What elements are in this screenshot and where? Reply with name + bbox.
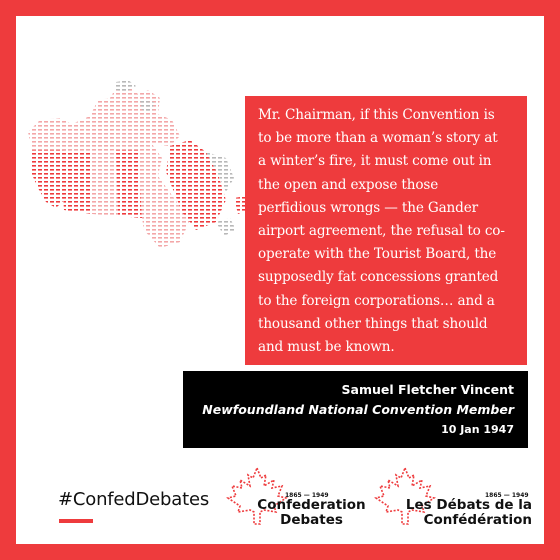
logo-title: Confederation Debates [254,498,369,528]
quote-text: Mr. Chairman, if this Convention is to b… [258,104,515,359]
quote-line: the open and expose those [258,176,439,193]
confederation-debates-logo: 1865 — 1949 Confederation Debates [222,466,372,532]
logo-title-line: Les Débats de la [405,497,532,513]
quote-line: operate with the Tourist Board, the [258,246,497,263]
quote-line: supposedly fat concessions granted [258,269,499,286]
quote-line: Mr. Chairman, if this Convention is [258,107,495,123]
speaker-name: Samuel Fletcher Vincent [341,382,514,397]
logo-title-line: Confederation [257,497,366,513]
quote-line: perfidious wrongs — the Gander [258,199,478,216]
logo-title-line: Debates [280,512,343,528]
logo-title-line: Confédération [423,512,532,528]
logo-title: Les Débats de la Confédération [398,498,532,528]
quote-line: airport agreement, the refusal to co- [258,223,505,240]
hashtag-text: #ConfedDebates [58,489,210,510]
hashtag-underline [59,519,93,523]
quote-line: and must be known. [258,339,395,356]
canada-map-icon [28,80,248,248]
attribution-box: Samuel Fletcher Vincent Newfoundland Nat… [183,371,528,448]
speaker-role: Newfoundland National Convention Member [202,402,514,417]
debats-confederation-logo: 1865 — 1949 Les Débats de la Confédérati… [370,466,535,532]
quote-box: Mr. Chairman, if this Convention is to b… [245,96,527,365]
quote-line: thousand other things that should [258,315,488,332]
quote-line: a winter’s fire, it must come out in [258,153,492,170]
quote-line: to the foreign corporations… and a [258,292,495,309]
speech-date: 10 Jan 1947 [441,423,514,436]
quote-line: to be more than a woman’s story at [258,130,498,147]
